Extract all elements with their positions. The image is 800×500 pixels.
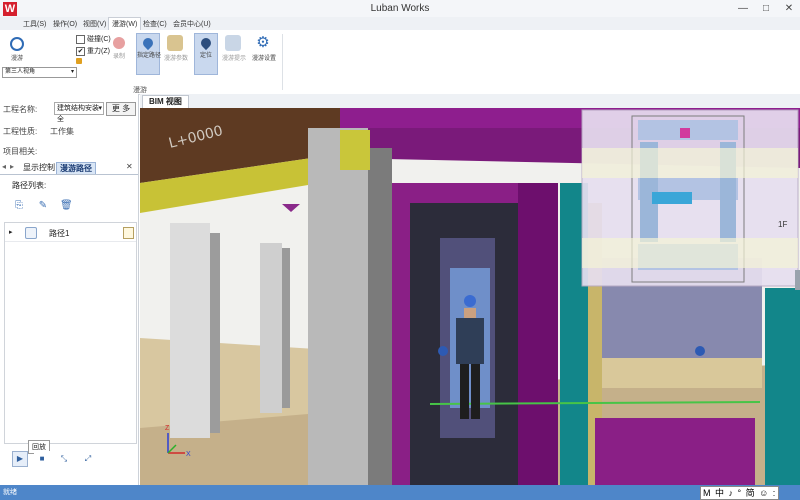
gear-icon: ⚙ (256, 34, 270, 51)
delete-icon[interactable]: 🗑 (60, 201, 73, 211)
more-button[interactable]: 更 多 (106, 102, 136, 116)
floor-label: 1F (778, 220, 787, 229)
bim-scene[interactable]: L+0000 Z X 1F (140, 108, 800, 485)
path-icon (25, 227, 37, 239)
ribbon: 漫游 碰撞(C) ✔ 重力(Z) 第三人视角 ▾ 录制 指定路径 漫游参数 定位 … (0, 30, 800, 95)
locate-icon (198, 35, 214, 51)
project-nature-value: 工作集 (50, 127, 74, 136)
path-list-title: 路径列表: (12, 181, 47, 190)
status-text: 就绪 (3, 489, 17, 496)
axis-x-label: X (186, 451, 191, 458)
play-icon[interactable]: ▶ (12, 451, 28, 467)
tab-display-control[interactable]: 显示控制 (20, 162, 58, 173)
note-icon[interactable] (123, 227, 134, 239)
shrink-icon[interactable]: ⤡ (56, 451, 72, 467)
record-icon (113, 37, 125, 49)
view-mode-select[interactable]: 第三人视角 ▾ (2, 67, 77, 78)
left-panel: 工程名称: 建筑结构安装全 ▾ 更 多 工程性质: 工作集 项目相关: ◂ ▸ … (0, 94, 139, 485)
expand-icon[interactable]: ⤢ (80, 451, 96, 467)
playback-toolbar: ▶ ■ ⤡ ⤢ (4, 450, 135, 470)
path-list: ▸ 路径1 (4, 222, 137, 444)
panel-tabs: ◂ ▸ 显示控制 漫游路径 ✕ (0, 162, 138, 175)
menu-check[interactable]: 检查(C) (140, 18, 170, 30)
tab-roam-path[interactable]: 漫游路径 (56, 162, 96, 174)
set-path-button[interactable]: 指定路径 (136, 33, 161, 75)
menu-view[interactable]: 视图(V) (80, 18, 109, 30)
collision-checkbox-box (76, 34, 85, 44)
menu-member-center[interactable]: 会员中心(U) (170, 18, 214, 30)
gravity-checkbox[interactable]: ✔ 重力(Z) (76, 46, 110, 56)
tab-scroll-right-icon[interactable]: ▸ (10, 162, 14, 171)
truck-icon (167, 35, 183, 51)
roam-tip-button[interactable]: 漫游提示 (222, 33, 246, 73)
chevron-down-icon: ▾ (70, 69, 74, 75)
project-nature-label: 工程性质: (3, 127, 38, 136)
window-title: Luban Works (370, 3, 430, 14)
checkmark-icon: ✔ (76, 46, 85, 56)
path-name: 路径1 (49, 229, 70, 238)
tip-icon (225, 35, 241, 51)
project-name-label: 工程名称: (3, 105, 38, 114)
collision-checkbox[interactable]: 碰撞(C) (76, 34, 111, 44)
locate-button[interactable]: 定位 (194, 33, 218, 75)
close-icon[interactable]: ✕ (126, 162, 133, 171)
ime-toolbar[interactable]: M 中 ♪ ° 简 ☺ : (700, 486, 780, 500)
lock-icon (76, 58, 82, 64)
roam-icon (10, 37, 24, 51)
project-related-label: 项目相关: (3, 147, 38, 156)
ribbon-divider (282, 34, 283, 90)
chevron-down-icon: ▾ (98, 105, 102, 112)
title-bar: W Luban Works — □ ✕ (0, 0, 800, 18)
menu-bar: 工具(S) 操作(O) 视图(V) 漫游(W) 检查(C) 会员中心(U) (0, 17, 800, 30)
minimize-button[interactable]: — (732, 2, 754, 15)
axis-z-label: Z (165, 425, 170, 432)
roam-params-button[interactable]: 漫游参数 (164, 33, 188, 73)
menu-operation[interactable]: 操作(O) (50, 18, 80, 30)
edit-icon[interactable]: ✎ (38, 201, 48, 211)
status-bar: 就绪 (0, 485, 800, 500)
menu-tools[interactable]: 工具(S) (20, 18, 49, 30)
list-item[interactable]: ▸ 路径1 (5, 225, 136, 242)
tab-bim-view[interactable]: BIM 视图 (142, 95, 189, 108)
minimap[interactable]: 1F (581, 109, 799, 287)
bim-viewport[interactable]: L+0000 Z X 1F (140, 108, 800, 485)
maximize-button[interactable]: □ (755, 2, 777, 15)
stop-icon[interactable]: ■ (34, 451, 50, 467)
roam-settings-button[interactable]: ⚙ 漫游设置 (252, 33, 276, 73)
close-button[interactable]: ✕ (778, 2, 800, 15)
menu-roam[interactable]: 漫游(W) (108, 17, 142, 30)
record-button[interactable]: 录制 (108, 33, 130, 73)
expand-icon[interactable]: ▸ (9, 228, 13, 236)
import-icon[interactable]: ⎘ (14, 201, 24, 211)
viewport-scroll-handle[interactable] (795, 270, 800, 290)
tab-scroll-left-icon[interactable]: ◂ (2, 162, 6, 171)
project-name-combo[interactable]: 建筑结构安装全 ▾ (54, 102, 104, 123)
map-pin-icon (140, 35, 156, 51)
view-tab-bar: BIM 视图 (140, 94, 800, 109)
